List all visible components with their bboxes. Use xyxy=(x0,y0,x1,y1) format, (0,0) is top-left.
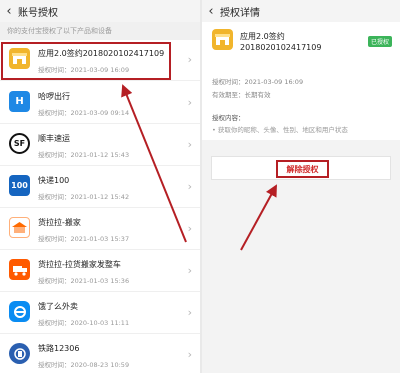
app-name: 货拉拉-搬家 xyxy=(38,218,81,227)
app-name: 应用2.0签约 xyxy=(240,32,285,41)
list-item[interactable]: SF 顺丰速运 授权时间：2021-01-12 15:43 › xyxy=(0,125,200,166)
auth-time: 授权时间：2021-01-03 15:37 xyxy=(38,235,130,243)
list-item[interactable]: 铁路12306 授权时间：2020-08-23 10:59 › xyxy=(0,335,200,373)
auth-time: 授权时间：2021-03-09 16:09 xyxy=(212,78,304,86)
authorization-details: 授权时间：2021-03-09 16:09 有效期至：长期有效 授权内容： • … xyxy=(202,66,400,140)
app-name: 顺丰速运 xyxy=(38,134,70,143)
back-arrow-icon[interactable]: ‹ xyxy=(0,4,18,19)
auth-time: 授权时间：2021-01-03 15:36 xyxy=(38,277,130,285)
list-item[interactable]: 货拉拉-搬家 授权时间：2021-01-03 15:37 › xyxy=(0,209,200,250)
chevron-right-icon: › xyxy=(187,222,192,235)
chevron-right-icon: › xyxy=(187,264,192,277)
authorization-note: 你的支付宝授权了以下产品和设备 xyxy=(0,22,200,40)
status-badge: 已授权 xyxy=(367,36,392,47)
back-arrow-icon[interactable]: ‹ xyxy=(202,4,220,19)
auth-time: 授权时间：2021-01-12 15:43 xyxy=(38,151,130,159)
app-name: 货拉拉-拉货搬家发整车 xyxy=(38,260,121,269)
chevron-right-icon: › xyxy=(187,180,192,193)
app-id: 2018020102417109 xyxy=(240,43,322,52)
revoke-button[interactable]: 解除授权 xyxy=(211,156,391,180)
huolala-move-icon xyxy=(9,217,30,238)
app-summary: 应用2.0签约 2018020102417109 已授权 xyxy=(202,22,400,66)
revoke-label: 解除授权 xyxy=(276,160,329,178)
auth-time: 授权时间：2020-10-03 11:11 xyxy=(38,319,130,327)
chevron-right-icon: › xyxy=(187,348,192,361)
chevron-right-icon: › xyxy=(187,96,192,109)
huolala-truck-icon xyxy=(9,259,30,280)
auth-content-text: 获取你的昵称、头像、性别、地区和用户状态 xyxy=(217,126,348,134)
kuaidi100-icon: 100 xyxy=(9,175,30,196)
valid-period: 有效期至：长期有效 xyxy=(212,91,271,99)
app-name: 哈啰出行 xyxy=(38,92,70,101)
app-name: 铁路12306 xyxy=(38,344,80,353)
eleme-icon xyxy=(9,301,30,322)
highlight-box xyxy=(1,42,171,80)
authorization-detail-panel: ‹ 授权详情 应用2.0签约 2018020102417109 已授权 授权时间… xyxy=(202,0,400,373)
auth-content-item: • 获取你的昵称、头像、性别、地区和用户状态 xyxy=(212,126,348,134)
list-item[interactable]: 100 快递100 授权时间：2021-01-12 15:42 › xyxy=(0,167,200,208)
chevron-right-icon: › xyxy=(187,306,192,319)
page-title: 授权详情 xyxy=(220,7,260,19)
chevron-right-icon: › xyxy=(187,53,192,66)
auth-time: 授权时间：2021-01-12 15:42 xyxy=(38,193,130,201)
shop-icon xyxy=(212,29,233,50)
auth-content-label: 授权内容： xyxy=(212,114,245,122)
list-item[interactable]: 货拉拉-拉货搬家发整车 授权时间：2021-01-03 15:36 › xyxy=(0,251,200,292)
right-header: ‹ 授权详情 xyxy=(202,0,400,22)
app-name: 快递100 xyxy=(38,176,70,185)
list-item[interactable]: H 哈啰出行 授权时间：2021-03-09 09:14 › xyxy=(0,83,200,124)
app-name: 饿了么外卖 xyxy=(38,302,78,311)
auth-time: 授权时间：2021-03-09 09:14 xyxy=(38,109,130,117)
list-item[interactable]: 饿了么外卖 授权时间：2020-10-03 11:11 › xyxy=(0,293,200,334)
left-header: ‹ 账号授权 xyxy=(0,0,200,22)
sf-express-icon: SF xyxy=(9,133,30,154)
account-authorization-panel: ‹ 账号授权 你的支付宝授权了以下产品和设备 应用2.0签约2018020102… xyxy=(0,0,200,373)
auth-time: 授权时间：2020-08-23 10:59 xyxy=(38,361,130,369)
chevron-right-icon: › xyxy=(187,138,192,151)
page-title: 账号授权 xyxy=(18,7,58,19)
hello-bike-icon: H xyxy=(9,91,30,112)
railway-12306-icon xyxy=(9,343,30,364)
